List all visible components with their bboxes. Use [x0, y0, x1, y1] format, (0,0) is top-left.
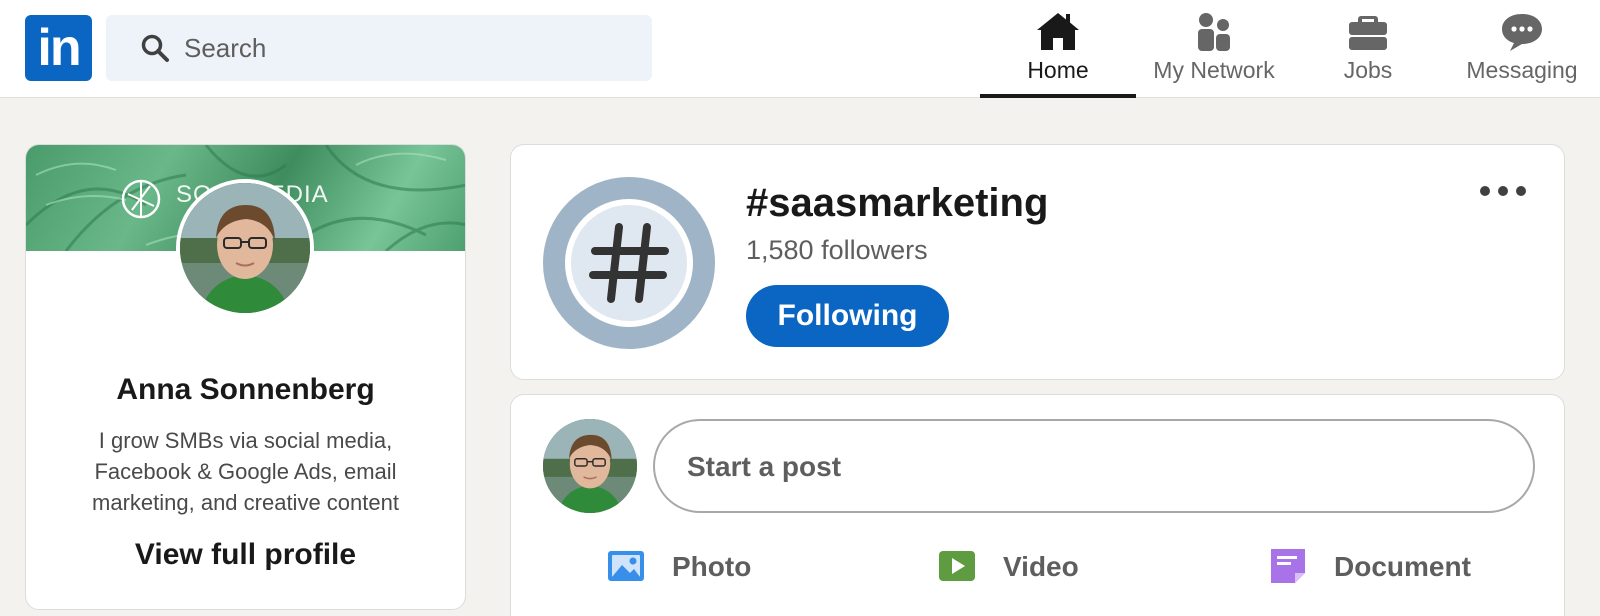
nav-home[interactable]: Home	[980, 0, 1136, 98]
nav-home-label: Home	[1027, 57, 1089, 83]
video-icon	[939, 551, 975, 581]
more-options-icon[interactable]	[1480, 183, 1526, 197]
hashtag-card: #saasmarketing 1,580 followers Following	[510, 144, 1565, 380]
hashtag-title: #saasmarketing	[746, 181, 1049, 225]
profile-card: SO G MEDIA Anna Sonnenberg I grow SMBs v…	[25, 144, 466, 610]
search-icon	[141, 34, 169, 62]
chat-icon	[1502, 14, 1542, 51]
nav-messaging[interactable]: Messaging	[1444, 0, 1600, 98]
banner-brand-icon	[121, 179, 161, 219]
following-button[interactable]: Following	[746, 285, 949, 347]
video-button[interactable]: Video	[937, 545, 1107, 587]
video-label: Video	[1003, 551, 1079, 582]
avatar-portrait	[180, 183, 310, 313]
hashtag-avatar	[543, 177, 715, 349]
photo-label: Photo	[672, 551, 752, 582]
hashtag-followers-count: 1,580 followers	[746, 235, 928, 265]
hashtag-avatar-inner	[565, 199, 693, 327]
nav-my-network-label: My Network	[1153, 57, 1275, 83]
view-full-profile-link[interactable]: View full profile	[26, 538, 465, 572]
photo-icon	[608, 551, 644, 581]
search-input[interactable]	[184, 15, 624, 81]
home-icon	[1037, 13, 1079, 50]
profile-bio: I grow SMBs via social media, Facebook &…	[92, 428, 399, 515]
composer-avatar[interactable]	[543, 419, 637, 513]
linkedin-logo[interactable]: in	[25, 15, 92, 81]
briefcase-icon	[1349, 16, 1387, 50]
profile-avatar[interactable]	[176, 179, 314, 317]
hashtag-icon	[589, 223, 669, 303]
nav-jobs-label: Jobs	[1343, 57, 1393, 83]
top-navbar: in Home My Network Jobs	[0, 0, 1600, 98]
start-post-placeholder: Start a post	[687, 451, 842, 482]
document-icon	[1271, 549, 1305, 583]
document-label: Document	[1334, 551, 1471, 582]
nav-active-indicator	[980, 94, 1136, 98]
people-icon	[1198, 13, 1230, 51]
avatar-portrait-small	[543, 419, 637, 513]
photo-button[interactable]: Photo	[606, 545, 776, 587]
nav-jobs[interactable]: Jobs	[1292, 0, 1444, 98]
post-composer-card: Start a post Photo Video Document	[510, 394, 1565, 616]
nav-my-network[interactable]: My Network	[1136, 0, 1292, 98]
search-bar[interactable]	[106, 15, 652, 81]
document-button[interactable]: Document	[1268, 545, 1488, 587]
profile-name[interactable]: Anna Sonnenberg	[26, 373, 465, 407]
nav-messaging-label: Messaging	[1466, 57, 1578, 83]
start-post-input[interactable]: Start a post	[653, 419, 1535, 513]
